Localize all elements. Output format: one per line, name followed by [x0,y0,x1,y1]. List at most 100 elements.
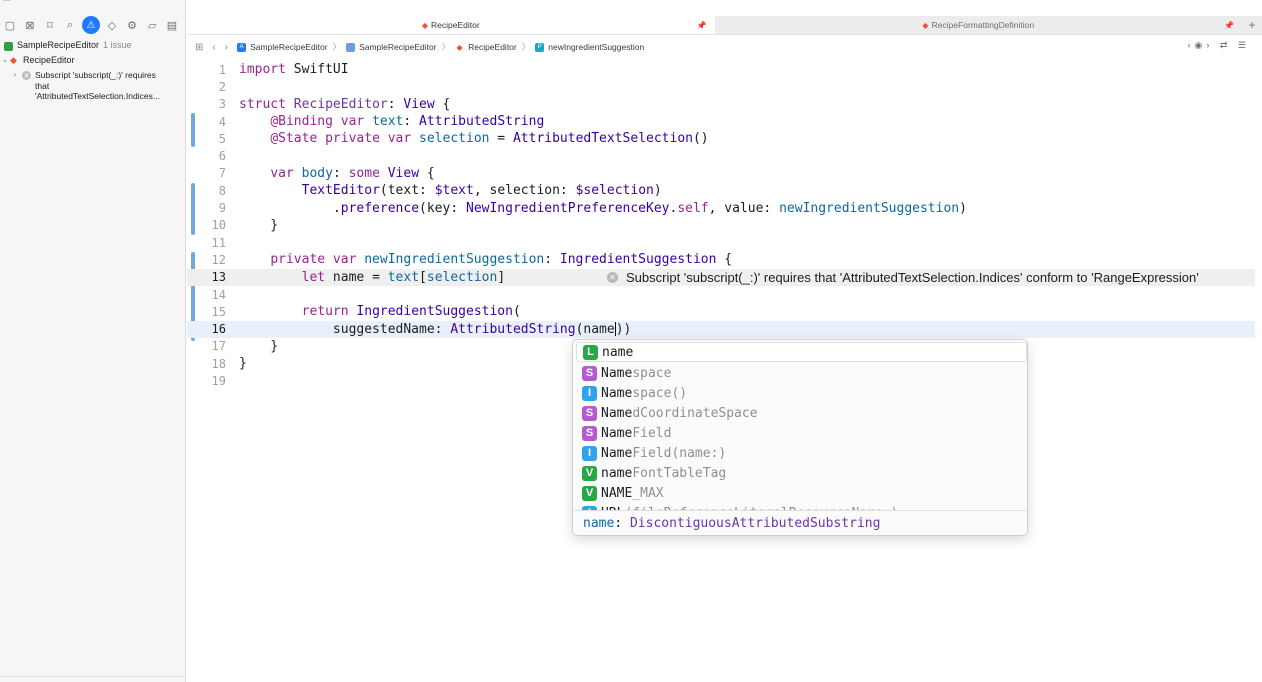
breadcrumb-project[interactable]: SampleRecipeEditor [250,42,327,52]
test-navigator-icon[interactable]: ◇ [102,15,122,35]
symbol-kind-icon: S [582,425,597,441]
completion-item[interactable]: S NamedCoordinateSpace [573,403,1027,423]
completion-label: Namespace [601,366,671,381]
completion-match: name [601,465,633,481]
symbol-kind-icon: S [582,365,597,381]
back-button[interactable]: ‹ [212,42,215,53]
line-number: 19 [211,374,226,389]
breadcrumb-group[interactable]: SampleRecipeEditor [359,42,436,52]
completion-item[interactable]: V NAME_MAX [573,483,1027,503]
bookmark-navigator-icon[interactable]: ⌑ [40,15,60,35]
project-navigator-icon[interactable]: ▢ [0,15,20,35]
completion-item[interactable]: I Namespace() [573,383,1027,403]
issue-line-2: that [35,80,50,91]
filter-field[interactable] [0,676,186,682]
code-text: @Binding var text: AttributedString [270,114,545,130]
line-number: 16 [211,322,226,337]
code-line: 11 [187,234,1255,251]
completion-item[interactable]: S Namespace [573,363,1027,383]
completion-match: NAME [601,485,633,501]
completion-item[interactable]: S NameField [573,423,1027,443]
source-control-navigator-icon[interactable]: ⊠ [20,15,40,35]
code-text: let name = text[selection] [301,269,506,285]
breadcrumb-symbol[interactable]: newIngredientSuggestion [548,42,644,52]
forward-button[interactable]: › [225,42,228,53]
completion-match: Name [601,365,633,381]
code-text: } [239,217,279,233]
tree-issue-row[interactable]: › ✕ Subscript 'subscript(_:)' requires t… [0,70,186,106]
completion-item[interactable]: I NameField(name:) [573,443,1027,463]
filter-icon[interactable]: ≡ [25,0,31,5]
issue-message: Subscript 'subscript(_:)' requires that … [35,70,175,102]
completion-detail: name: DiscontiguousAttributedSubstring [573,510,1027,535]
code-line: 15 return IngredientSuggestion( [187,303,1255,320]
symbol-kind-icon: I [582,445,597,461]
code-line: 1 import SwiftUI [187,61,1255,78]
code-text: TextEditor(text: $text, selection: $sele… [301,183,662,199]
breadcrumb-file[interactable]: RecipeEditor [468,42,517,52]
completion-match: Name [601,445,633,461]
inline-error-annotation[interactable]: ✕ Subscript 'subscript(_:)' requires tha… [607,269,1199,286]
add-tab-button[interactable]: + [1242,16,1262,34]
project-name: SampleRecipeEditor [17,40,100,50]
tree-project-row[interactable]: SampleRecipeEditor 1 issue [0,40,186,55]
related-items-icon[interactable]: ⊞ [195,42,203,53]
line-number: 18 [211,356,226,371]
issue-line-3: 'AttributedTextSelection.Indices... [35,91,160,101]
code-line: 6 [187,148,1255,165]
tab-recipe-editor[interactable]: ◆ RecipeEditor 📌 [187,16,715,34]
completion-list: Lname S Namespace I Namespace() S NamedCoordin… [573,341,1027,512]
completion-label: NAME_MAX [601,486,664,501]
sidebar-toggle-icon[interactable]: ▭ [2,0,11,5]
report-navigator-icon[interactable]: ▤ [162,15,182,35]
line-number: 1 [218,62,226,77]
detail-symbol: name [583,515,615,531]
code-text: } [239,356,247,372]
completion-label: nameFontTableTag [601,466,726,481]
completion-item[interactable]: VnameFontTableTag [573,463,1027,483]
tab-label: RecipeEditor [430,20,480,30]
line-number: 8 [218,183,226,198]
line-number: 2 [218,79,226,94]
chevron-right-icon[interactable]: › [10,70,20,79]
pin-icon[interactable]: 📌 [1224,21,1234,30]
detail-type: DiscontiguousAttributedSubstring [629,515,881,531]
breadcrumb-separator: 〉 [441,42,451,52]
tab-recipe-formatting-definition[interactable]: ◆ RecipeFormattingDefinition 📌 [714,16,1242,34]
pin-icon[interactable]: 📌 [697,21,707,30]
completion-label: name [602,345,633,360]
issue-navigator-icon[interactable]: ⚠ [82,16,100,34]
completion-match: Name [601,405,633,421]
code-text: @State private var selection = Attribute… [270,131,709,147]
line-number: 7 [218,166,226,181]
line-number: 11 [211,235,226,250]
completion-label: Namespace() [601,386,687,401]
code-line: 3 struct RecipeEditor: View { [187,96,1255,113]
line-number: 15 [211,304,226,319]
completion-rest: space() [632,385,688,401]
code-line: 14 [187,286,1255,303]
chevron-down-icon[interactable]: ⌄ [0,55,10,64]
completion-rest: space [632,365,672,381]
line-number: 17 [211,339,226,354]
completion-label: NameField [601,426,671,441]
symbol-kind-icon: V [582,485,597,501]
code-line: 2 [187,78,1255,95]
property-icon: P [535,42,545,52]
code-line-current: 16 suggestedName: AttributedString(name)… [187,320,1255,338]
line-number: 13 [211,270,226,285]
tree-file-row[interactable]: ⌄ ◆ RecipeEditor [0,55,186,70]
line-number: 5 [218,131,226,146]
completion-label: NamedCoordinateSpace [601,406,758,421]
completion-item[interactable]: Lname [576,342,1027,362]
find-navigator-icon[interactable]: ⌕ [60,15,80,35]
code-text: .preference(key: NewIngredientPreference… [239,200,967,216]
project-icon [4,42,13,51]
symbol-kind-icon: L [583,344,598,360]
issue-count: 1 issue [103,40,132,50]
line-number: 3 [218,97,226,112]
breakpoint-navigator-icon[interactable]: ▱ [142,15,162,35]
debug-navigator-icon[interactable]: ⚙ [122,15,142,35]
navigator-panel: ▭ ≡ ▢ ⊠ ⌑ ⌕ ⚠ ◇ ⚙ ▱ ▤ SampleRecipeEditor… [0,0,186,682]
jump-bar-controls[interactable]: ‹◉› ⇄ ☰ [1188,40,1250,51]
